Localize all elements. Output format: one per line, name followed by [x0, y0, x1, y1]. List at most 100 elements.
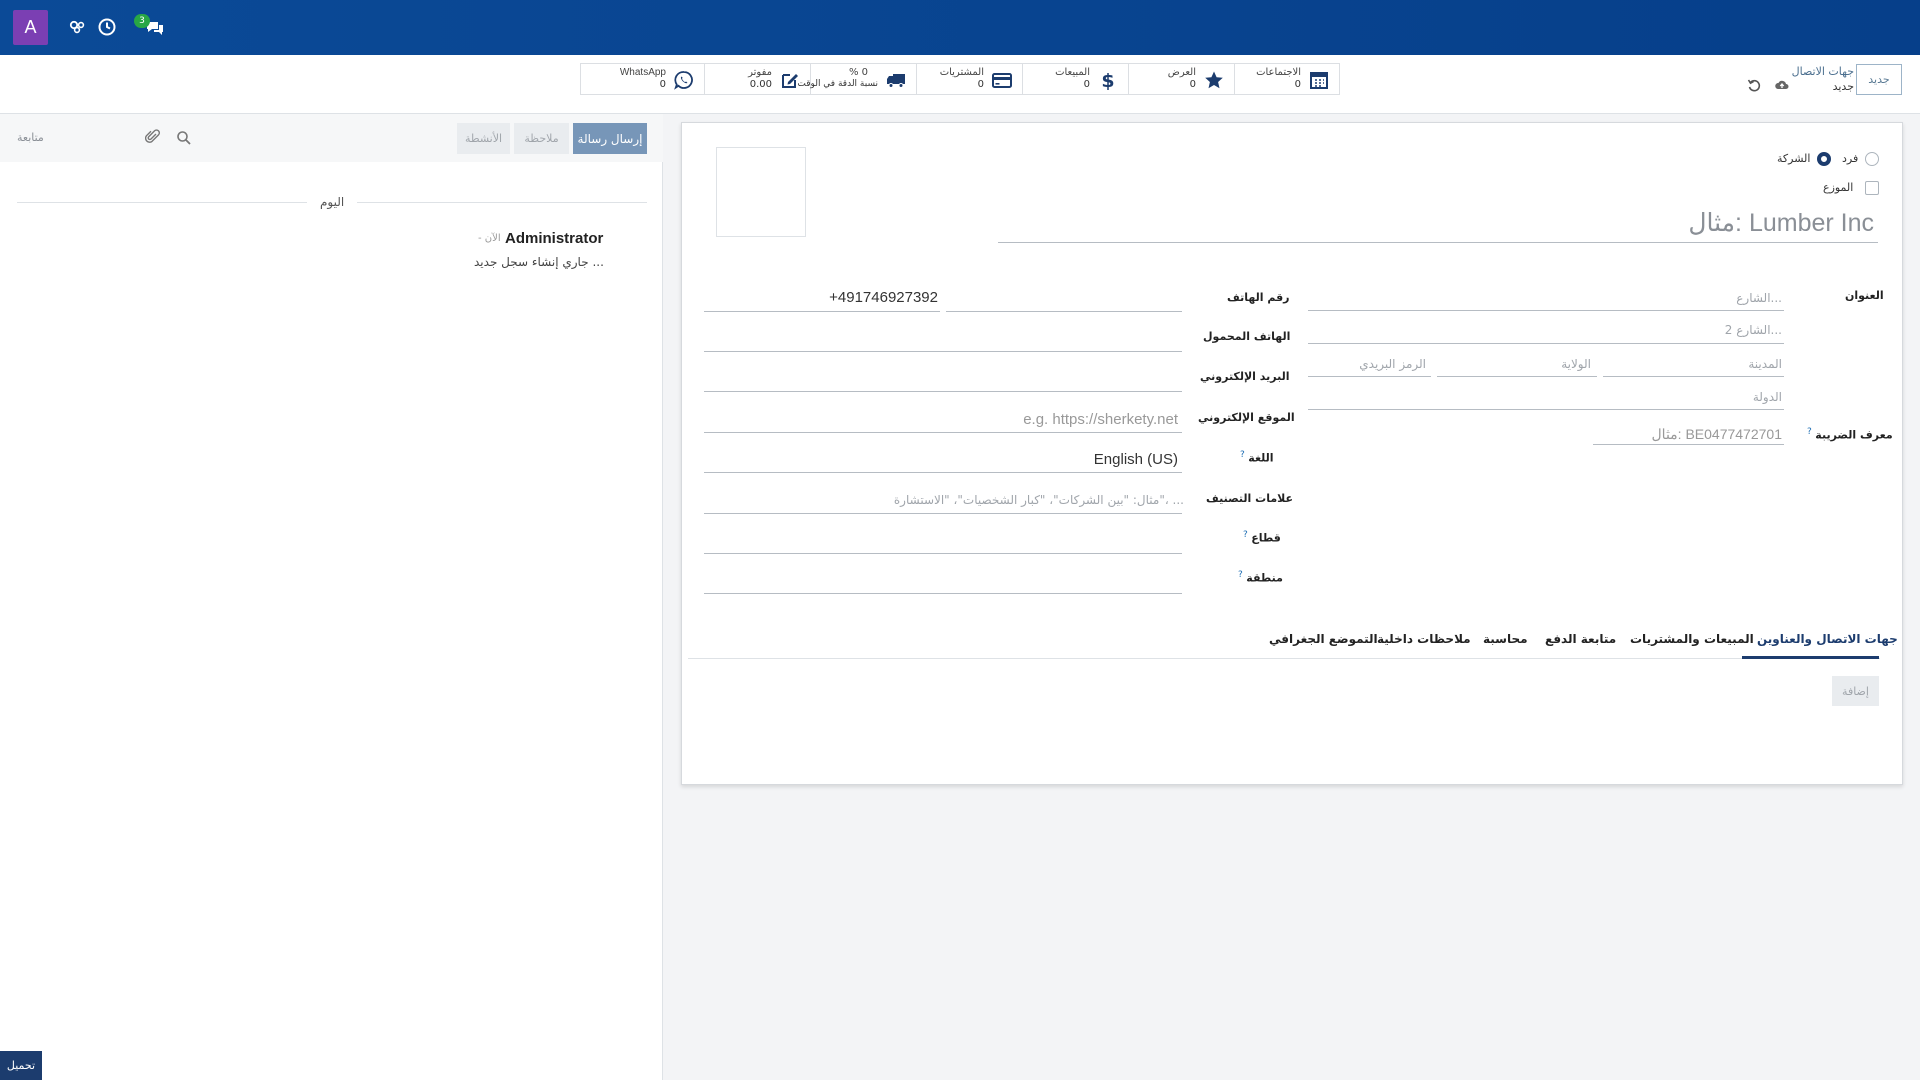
clock-icon[interactable]	[96, 16, 118, 38]
purchases-count: 0	[977, 79, 984, 90]
region-select[interactable]	[704, 570, 1182, 594]
chatter-panel: إرسال رسالة ملاحظة الأنشطة متابعة اليوم …	[0, 114, 663, 1080]
date-separator-left	[17, 202, 307, 203]
save-cloud-icon[interactable]	[1774, 77, 1790, 93]
distributor-label: الموزع	[1823, 181, 1854, 194]
vat-help-icon[interactable]: ?	[1807, 427, 1812, 437]
distributor-checkbox[interactable]	[1865, 181, 1879, 195]
message-author[interactable]: Administrator	[505, 230, 603, 247]
svg-text:$: $	[1101, 70, 1114, 90]
calendar-icon	[1310, 72, 1328, 89]
email-label: البريد الإلكتروني	[1200, 370, 1290, 383]
follow-button[interactable]: متابعة	[17, 131, 44, 144]
meetings-count: 0	[1294, 79, 1301, 90]
country-select[interactable]	[1308, 386, 1784, 410]
on-time-rate-value: % 0	[848, 67, 868, 78]
date-separator-right	[357, 202, 647, 203]
whatsapp-label: WhatsApp	[619, 67, 666, 78]
mobile-input[interactable]	[704, 328, 1182, 352]
purchases-smart-button[interactable]: المشتريات 0	[916, 64, 1022, 94]
street-input[interactable]	[1308, 287, 1784, 311]
add-contact-button[interactable]: إضافة	[1832, 676, 1879, 706]
tab-geolocation[interactable]: التموضع الجغرافي	[1269, 632, 1378, 646]
purchases-label: المشتريات	[939, 67, 984, 78]
tab-internal-notes[interactable]: ملاحظات داخلية	[1377, 632, 1471, 646]
message-body: جاري إنشاء سجل جديد ...	[474, 255, 604, 269]
breadcrumb-contacts-link[interactable]: جهات الاتصال	[1792, 64, 1854, 79]
language-help-icon[interactable]: ?	[1240, 450, 1245, 460]
smart-buttons-bar: الاجتماعات 0 العرض 0 $ المبيعات 0 المشتر…	[580, 63, 1340, 95]
invoiced-amount: 0.00	[749, 79, 772, 90]
phone-label: رقم الهاتف	[1227, 291, 1290, 304]
website-placeholder: e.g. https://sherkety.net	[1023, 411, 1178, 428]
sales-count: 0	[1083, 79, 1090, 90]
city-placeholder: المدينة	[1748, 357, 1782, 371]
radio-individual[interactable]	[1865, 152, 1879, 166]
tab-accounting[interactable]: محاسبة	[1483, 632, 1528, 646]
user-avatar[interactable]: A	[13, 10, 48, 45]
breadcrumb-current: جديد	[1832, 80, 1854, 93]
truck-icon	[887, 74, 905, 88]
offers-label: العرض	[1167, 67, 1196, 78]
control-panel: جديد جهات الاتصال جديد الاجتماعات 0 العر…	[0, 55, 1920, 114]
email-input[interactable]	[704, 368, 1182, 392]
language-value: English (US)	[1093, 451, 1178, 468]
message-time: - الآن	[478, 233, 501, 244]
tags-label: علامات التصنيف	[1206, 492, 1294, 505]
meetings-smart-button[interactable]: الاجتماعات 0	[1234, 64, 1339, 94]
name-input[interactable]: مثال: Lumber Inc	[998, 200, 1878, 243]
industry-label: ? قطاع	[1243, 530, 1281, 545]
active-tab-indicator	[1742, 656, 1879, 659]
industry-select[interactable]	[704, 530, 1182, 554]
radio-individual-label: فرد	[1842, 152, 1859, 165]
whatsapp-smart-button[interactable]: WhatsApp 0	[598, 64, 704, 94]
mobile-label: الهاتف المحمول	[1203, 330, 1291, 343]
phone-field-secondary[interactable]	[946, 288, 1182, 312]
activities-button[interactable]: الأنشطة	[457, 123, 510, 154]
messages-count-badge: 3	[134, 14, 150, 28]
star-icon	[1205, 71, 1223, 89]
name-placeholder: مثال: Lumber Inc	[1688, 209, 1874, 237]
zip-placeholder: الرمز البريدي	[1359, 357, 1426, 371]
vat-placeholder: مثال: BE0477472701	[1651, 426, 1783, 442]
state-placeholder: الولاية	[1561, 357, 1591, 371]
sales-smart-button[interactable]: $ المبيعات 0	[1022, 64, 1128, 94]
edit-icon	[782, 74, 798, 88]
top-navbar: A 3	[0, 0, 1920, 55]
tab-sales-purchases[interactable]: المبيعات والمشتريات	[1630, 632, 1754, 646]
invoiced-smart-button[interactable]: مفوتر 0.00	[704, 64, 810, 94]
discard-undo-icon[interactable]	[1746, 77, 1762, 93]
whatsapp-icon	[674, 71, 693, 90]
industry-help-icon[interactable]: ?	[1243, 530, 1248, 540]
offers-smart-button[interactable]: العرض 0	[1128, 64, 1234, 94]
street2-placeholder: الشارع 2...	[1724, 323, 1782, 337]
log-note-button[interactable]: ملاحظة	[514, 123, 569, 154]
offers-count: 0	[1189, 79, 1196, 90]
send-message-button[interactable]: إرسال رسالة	[573, 123, 647, 154]
search-icon[interactable]	[176, 130, 192, 146]
region-help-icon[interactable]: ?	[1238, 570, 1243, 580]
avatar-image-placeholder[interactable]	[716, 147, 806, 237]
tab-payment-follow-up[interactable]: متابعة الدفع	[1545, 632, 1616, 646]
sales-label: المبيعات	[1055, 67, 1090, 78]
date-separator-today: اليوم	[320, 195, 345, 209]
tab-contacts-addresses[interactable]: جهات الاتصال والعناوين	[1757, 632, 1898, 646]
on-time-rate-smart-button[interactable]: % 0 نسبة الدقة في الوقت	[797, 64, 916, 94]
users-settings-icon[interactable]	[66, 16, 88, 38]
region-label: ? منطقة	[1238, 570, 1283, 585]
download-button[interactable]: تحميل	[0, 1051, 42, 1080]
address-label: العنوان	[1845, 289, 1884, 302]
chatter-toolbar: إرسال رسالة ملاحظة الأنشطة متابعة	[0, 114, 663, 162]
street2-input[interactable]	[1308, 320, 1784, 344]
paperclip-icon[interactable]	[145, 128, 161, 146]
dollar-icon: $	[1101, 70, 1114, 90]
street-placeholder: الشارع...	[1736, 291, 1782, 305]
invoiced-label: مفوتر	[748, 67, 772, 78]
credit-card-icon	[992, 73, 1012, 88]
vat-label: ? معرف الضريبة	[1807, 427, 1893, 442]
breadcrumb: جهات الاتصال جديد	[1792, 64, 1854, 94]
new-record-button[interactable]: جديد	[1856, 64, 1902, 95]
website-label: الموقع الإلكتروني	[1198, 411, 1295, 424]
country-placeholder: الدولة	[1752, 390, 1782, 404]
radio-company[interactable]	[1817, 152, 1831, 166]
